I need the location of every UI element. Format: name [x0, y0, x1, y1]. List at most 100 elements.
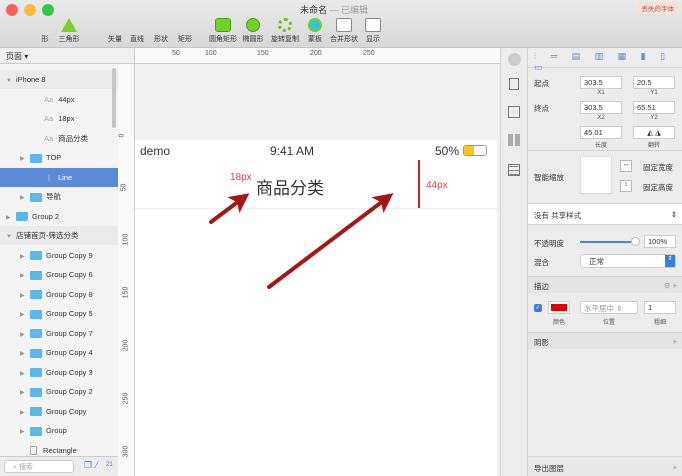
- export-add-icon[interactable]: +: [673, 463, 677, 472]
- tool-rectangle[interactable]: 矩形: [170, 18, 200, 44]
- disclosure-icon[interactable]: ▶: [20, 423, 30, 442]
- layer-row[interactable]: | Line: [0, 167, 118, 187]
- tool-combine-shapes[interactable]: 合并形状: [327, 18, 361, 44]
- slice-icon[interactable]: ⁄: [96, 460, 98, 470]
- disclosure-icon[interactable]: ▶: [20, 365, 30, 384]
- resizing-control[interactable]: [580, 156, 612, 194]
- layer-row[interactable]: ▶ Group Copy 3: [0, 363, 118, 382]
- page-selector[interactable]: 页面 ▾: [0, 48, 135, 64]
- x1-input[interactable]: 303.5: [580, 76, 622, 89]
- layer-row[interactable]: Aa 商品分类: [0, 129, 118, 148]
- layer-name: 店铺首页-筛选分类: [16, 231, 79, 240]
- shadow-add-icon[interactable]: +: [673, 337, 677, 346]
- close-button[interactable]: [6, 4, 18, 16]
- x2-label: X2: [597, 115, 605, 121]
- user-icon[interactable]: [508, 53, 521, 66]
- layer-row[interactable]: Aa 18px: [0, 109, 118, 128]
- layer-row[interactable]: ▶ 导航: [0, 187, 118, 206]
- y1-input[interactable]: 20.5: [633, 76, 675, 89]
- disclosure-icon[interactable]: ▼: [6, 72, 16, 91]
- border-enabled-checkbox[interactable]: ✓: [534, 304, 542, 312]
- tool-mask[interactable]: 蒙板: [300, 18, 330, 44]
- opacity-input[interactable]: 100%: [644, 235, 676, 248]
- ruler-tick: 100: [205, 50, 217, 57]
- opacity-slider-handle[interactable]: [631, 237, 640, 246]
- layer-name: Group Copy 3: [46, 367, 93, 377]
- layer-row[interactable]: ▶ Group Copy 8: [0, 285, 118, 304]
- ruler-tick: 50: [172, 50, 180, 57]
- border-color-swatch[interactable]: [548, 301, 570, 314]
- flip-buttons[interactable]: ◭ ◮: [633, 126, 675, 139]
- layer-row[interactable]: ▶ Group Copy 4: [0, 343, 118, 362]
- layer-row[interactable]: ▶ Group Copy 9: [0, 246, 118, 265]
- disclosure-icon[interactable]: ▶: [20, 150, 30, 169]
- layer-row[interactable]: ▶ Group: [0, 421, 118, 440]
- layer-row[interactable]: ▼ 店铺首页-筛选分类: [0, 226, 118, 245]
- fix-width-icon[interactable]: ↔: [620, 160, 632, 172]
- list-icon[interactable]: [508, 106, 520, 118]
- disclosure-icon[interactable]: ▶: [20, 189, 30, 208]
- layer-row[interactable]: ▶ Group Copy 6: [0, 265, 118, 284]
- alignment-toolbar[interactable]: ⫶ ═ ▤ ▥ ▦ ▮ ▯ ▭: [528, 48, 682, 72]
- x2-input[interactable]: 303.5: [580, 101, 622, 114]
- missing-fonts-badge[interactable]: 丢失的字体: [637, 2, 678, 14]
- layer-row[interactable]: ▶ Group Copy 7: [0, 324, 118, 343]
- ruler-tick: 250: [122, 392, 130, 405]
- layer-search-input[interactable]: ⌕ 搜索: [4, 460, 74, 473]
- layer-row[interactable]: ▶ Group 2: [0, 207, 118, 226]
- tool-oval[interactable]: 椭圆形: [238, 18, 268, 44]
- folder-icon: [30, 290, 42, 300]
- layer-row[interactable]: ▼ iPhone 8: [0, 70, 118, 89]
- blend-select[interactable]: 正常 ⇕: [580, 254, 676, 268]
- length-label: 长度: [594, 143, 607, 149]
- layer-name: Group 2: [32, 211, 60, 221]
- disclosure-icon[interactable]: ▶: [20, 404, 30, 423]
- tool-rounded-rect[interactable]: 圆角矩形: [205, 18, 241, 44]
- inspector-tab-strip: [500, 48, 527, 476]
- disclosure-icon[interactable]: ▶: [20, 326, 30, 345]
- layer-row[interactable]: ▶ Group Copy: [0, 402, 118, 421]
- border-add-icon[interactable]: ⚙ +: [664, 281, 677, 290]
- horizontal-ruler: 50 100 150 200 250: [135, 48, 500, 64]
- border-width-input[interactable]: 1: [644, 301, 676, 314]
- y2-input[interactable]: 65.51: [633, 101, 675, 114]
- disclosure-icon[interactable]: ▶: [20, 267, 30, 286]
- layer-row[interactable]: ▶ TOP: [0, 148, 118, 167]
- tool-rotate-copies[interactable]: 旋转复制: [268, 18, 302, 44]
- border-position-select[interactable]: 水平居中 ⇕: [580, 301, 638, 314]
- layer-name: Rectangle: [43, 445, 77, 455]
- disclosure-icon[interactable]: ▶: [20, 248, 30, 267]
- folder-icon: [30, 309, 42, 319]
- shared-style-select[interactable]: 没有 共享样式 ⇕: [528, 203, 682, 225]
- artboard-iphone-8[interactable]: demo 9:41 AM 50% 商品分类 18px 44px: [135, 140, 497, 476]
- layer-name: 导航: [46, 192, 61, 201]
- minimize-button[interactable]: [24, 4, 36, 16]
- pages-icon[interactable]: ❐: [84, 460, 92, 471]
- disclosure-icon[interactable]: ▼: [6, 228, 16, 247]
- tool-triangle[interactable]: 三角形: [54, 18, 84, 44]
- disclosure-icon[interactable]: ▶: [20, 306, 30, 325]
- length-input[interactable]: 45.01: [580, 126, 622, 139]
- layer-name: Group Copy 2: [46, 387, 93, 396]
- ruler-tick: 200: [122, 339, 130, 352]
- layer-row[interactable]: Aa 44px: [0, 90, 118, 109]
- tool-view[interactable]: 显示: [358, 18, 388, 44]
- table-icon[interactable]: [508, 164, 520, 176]
- layer-row[interactable]: ▶ Group Copy 5: [0, 304, 118, 323]
- grid-small-icon[interactable]: [508, 134, 520, 146]
- fix-height-icon[interactable]: ↕: [620, 180, 632, 192]
- disclosure-icon[interactable]: ▶: [20, 384, 30, 403]
- zoom-button[interactable]: [42, 4, 54, 16]
- insert-icon[interactable]: [509, 78, 519, 90]
- ruler-tick: 250: [363, 50, 375, 57]
- disclosure-icon[interactable]: ▶: [20, 345, 30, 364]
- layers-scrollbar[interactable]: [112, 68, 116, 128]
- layer-name: 44px: [58, 94, 75, 104]
- opacity-slider[interactable]: [580, 241, 636, 243]
- layer-row[interactable]: ▶ Group Copy 2: [0, 382, 118, 401]
- disclosure-icon[interactable]: ▶: [6, 209, 16, 228]
- disclosure-icon[interactable]: ▶: [20, 287, 30, 306]
- export-count: 21: [106, 462, 113, 468]
- y1-label: Y1: [650, 90, 658, 96]
- ruler-tick: 150: [122, 286, 130, 299]
